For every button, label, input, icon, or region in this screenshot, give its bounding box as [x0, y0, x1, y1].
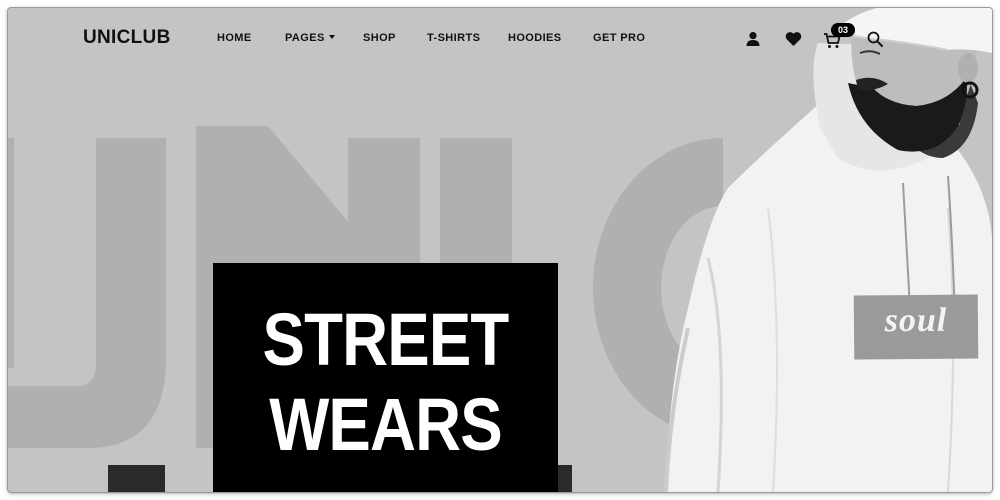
nav-item-hoodies[interactable]: HOODIES — [508, 32, 562, 44]
nav-item-label: HOODIES — [508, 32, 562, 44]
nav-item-label: SHOP — [363, 32, 396, 44]
nav-item-pages[interactable]: PAGES — [285, 32, 335, 44]
hoodie-print-text: soul — [884, 301, 948, 340]
search-icon[interactable] — [867, 31, 883, 47]
nav-item-label: T-SHIRTS — [427, 32, 481, 44]
model-photo — [664, 8, 992, 492]
decorative-bar — [558, 465, 572, 492]
nav-item-get-pro[interactable]: GET PRO — [593, 32, 645, 44]
heart-icon[interactable] — [785, 31, 802, 47]
nav-item-label: HOME — [217, 32, 252, 44]
hoodie-print: soul — [853, 294, 979, 360]
decorative-bar — [108, 465, 165, 492]
nav-item-label: PAGES — [285, 32, 325, 44]
nav-item-shop[interactable]: SHOP — [363, 32, 396, 44]
user-icon[interactable] — [745, 31, 761, 47]
navbar: UNICLUB HOME PAGES SHOP T-SHIRTS HOODIES… — [8, 8, 992, 70]
nav-item-t-shirts[interactable]: T-SHIRTS — [427, 32, 480, 44]
watermark-letter-u — [8, 138, 166, 448]
nav-item-label: GET PRO — [593, 32, 646, 44]
nav-item-home[interactable]: HOME — [217, 32, 252, 44]
cart-count-badge: 03 — [831, 23, 855, 37]
caret-down-icon — [328, 35, 335, 39]
browser-viewport: UNICLUB HOME PAGES SHOP T-SHIRTS HOODIES… — [8, 8, 992, 492]
hero-title-box: STREET WEARS — [213, 263, 558, 492]
hero-title-line-1: STREET — [262, 298, 510, 381]
hero-title-line-2: WEARS — [269, 383, 502, 466]
